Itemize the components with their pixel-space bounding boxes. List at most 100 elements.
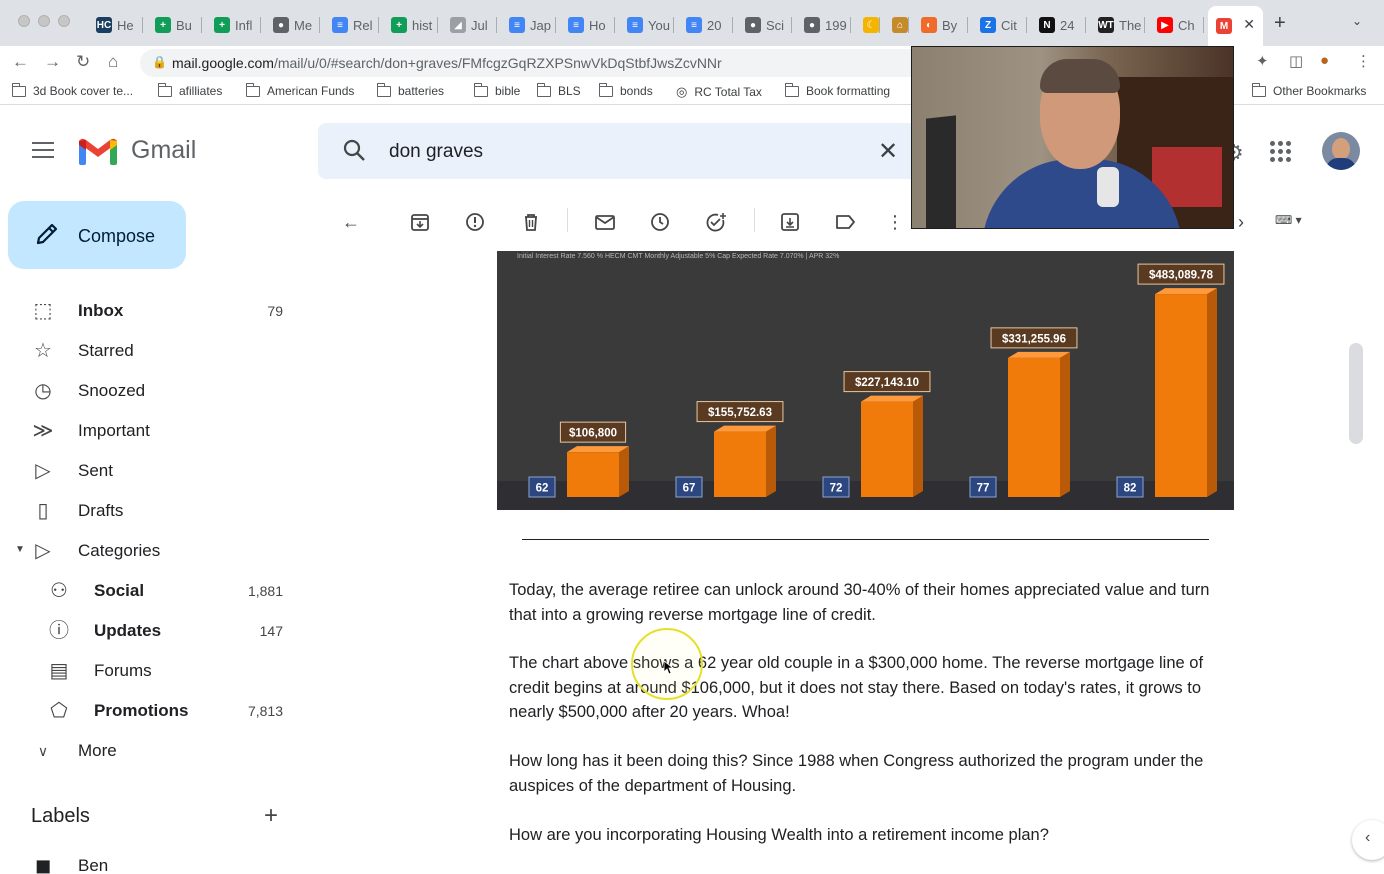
sidebar-icon[interactable]: ◫ bbox=[1289, 52, 1303, 70]
bookmark-item[interactable]: batteries bbox=[376, 82, 444, 98]
archive-icon[interactable] bbox=[409, 211, 431, 233]
category-label: 62 bbox=[536, 483, 549, 495]
browser-tab[interactable]: M ✕ bbox=[1208, 6, 1263, 46]
folder-icon bbox=[784, 82, 799, 97]
compose-button[interactable]: Compose bbox=[8, 201, 186, 269]
folder-icon bbox=[245, 82, 260, 97]
url-text[interactable]: mail.google.com/mail/u/0/#search/don+gra… bbox=[172, 55, 722, 71]
side-panel-toggle[interactable]: ‹ bbox=[1352, 820, 1384, 860]
tab-label: Sci bbox=[766, 17, 785, 33]
bookmark-item[interactable]: BLS bbox=[536, 82, 581, 98]
browser-tab[interactable]: ● 199 bbox=[796, 8, 851, 42]
browser-tab[interactable]: ⌂ bbox=[884, 8, 909, 42]
keyboard-icon[interactable]: ⌨ ▾ bbox=[1275, 213, 1302, 227]
bookmark-item[interactable]: Book formatting bbox=[784, 82, 890, 98]
browser-tab[interactable]: HC He bbox=[88, 8, 143, 42]
reverse-mortgage-chart: Initial Interest Rate 7.560 % HECM CMT M… bbox=[497, 251, 1234, 510]
browser-tab[interactable]: + Infl bbox=[206, 8, 261, 42]
sidebar-item-more[interactable]: ∨ More bbox=[0, 735, 300, 767]
profile-icon[interactable]: ● bbox=[1320, 52, 1329, 69]
mark-unread-icon[interactable] bbox=[594, 211, 616, 233]
category-item-forums[interactable]: ▤ Forums bbox=[0, 655, 300, 687]
gmail-wordmark[interactable]: Gmail bbox=[131, 136, 196, 165]
sidebar-item-starred[interactable]: ☆ Starred bbox=[0, 335, 300, 367]
forward-icon[interactable]: → bbox=[44, 52, 61, 72]
home-icon[interactable]: ⌂ bbox=[108, 52, 118, 72]
gmail-logo-icon[interactable] bbox=[78, 137, 118, 165]
category-label: Promotions bbox=[94, 701, 189, 720]
expand-arrow-icon[interactable]: ▼ bbox=[15, 544, 25, 555]
more-options-icon[interactable]: ⋮ bbox=[884, 211, 906, 233]
browser-tab[interactable]: ◢ Jul bbox=[442, 8, 497, 42]
label-icon: ◼ bbox=[34, 855, 52, 874]
clear-search-icon[interactable]: ✕ bbox=[878, 137, 898, 166]
people-icon: ⚇ bbox=[50, 580, 68, 602]
move-to-icon[interactable] bbox=[779, 211, 801, 233]
bar-side bbox=[619, 446, 629, 497]
bar-side bbox=[766, 425, 776, 497]
snooze-icon[interactable] bbox=[649, 211, 671, 233]
window-close-button[interactable] bbox=[18, 15, 30, 27]
window-minimize-button[interactable] bbox=[38, 15, 50, 27]
bookmark-item[interactable]: afilliates bbox=[157, 82, 222, 98]
category-label: 67 bbox=[683, 483, 696, 495]
add-label-icon[interactable]: + bbox=[264, 802, 278, 830]
bookmark-item[interactable]: American Funds bbox=[245, 82, 354, 98]
sidebar-item-sent[interactable]: ▷ Sent bbox=[0, 455, 300, 487]
bookmark-item[interactable]: 3d Book cover te... bbox=[11, 82, 133, 98]
compose-label: Compose bbox=[78, 226, 156, 246]
browser-menu-icon[interactable]: ⋮ bbox=[1356, 52, 1371, 70]
browser-tab[interactable]: + Bu bbox=[147, 8, 202, 42]
bookmark-item[interactable]: bible bbox=[473, 82, 520, 98]
browser-tab[interactable]: ● Me bbox=[265, 8, 320, 42]
browser-tab[interactable]: Z Cit bbox=[972, 8, 1027, 42]
browser-tab[interactable]: ≡ 20 bbox=[678, 8, 733, 42]
message-scrollbar[interactable] bbox=[1349, 343, 1363, 444]
browser-tab[interactable]: ≡ You bbox=[619, 8, 674, 42]
add-to-tasks-icon[interactable] bbox=[704, 211, 728, 233]
sidebar-item-label: Sent bbox=[78, 461, 113, 480]
category-item-social[interactable]: ⚇ Social 1,881 bbox=[0, 575, 300, 607]
browser-tab[interactable]: ≡ Ho bbox=[560, 8, 615, 42]
back-to-search-icon[interactable]: ← bbox=[340, 211, 362, 233]
back-icon[interactable]: ← bbox=[12, 52, 29, 72]
main-menu-icon[interactable] bbox=[32, 142, 54, 158]
sidebar-item-drafts[interactable]: ▯ Drafts bbox=[0, 495, 300, 527]
search-input[interactable]: don graves bbox=[389, 141, 483, 163]
other-bookmarks[interactable]: Other Bookmarks bbox=[1251, 82, 1366, 98]
close-tab-icon[interactable]: ✕ bbox=[1243, 16, 1255, 33]
bookmark-item[interactable]: ◎ RC Total Tax bbox=[676, 84, 762, 100]
important-icon: ≫ bbox=[32, 420, 54, 442]
browser-tab[interactable]: ▶ Ch bbox=[1149, 8, 1204, 42]
browser-tab[interactable]: N 24 bbox=[1031, 8, 1086, 42]
category-item-updates[interactable]: ⓘ Updates 147 bbox=[0, 615, 300, 647]
browser-tab[interactable]: ≡ Rel bbox=[324, 8, 379, 42]
new-tab-button[interactable]: + bbox=[1274, 12, 1286, 35]
category-item-promotions[interactable]: ⬠ Promotions 7,813 bbox=[0, 695, 300, 727]
sidebar-item-inbox[interactable]: ⬚ Inbox 79 bbox=[0, 295, 300, 327]
search-icon[interactable] bbox=[342, 138, 366, 162]
label-item-ben[interactable]: ◼ Ben bbox=[0, 850, 300, 874]
reload-icon[interactable]: ↻ bbox=[76, 52, 90, 72]
google-apps-icon[interactable] bbox=[1270, 141, 1292, 163]
report-spam-icon[interactable] bbox=[464, 211, 486, 233]
bookmark-item[interactable]: bonds bbox=[598, 82, 653, 98]
browser-tab[interactable]: + hist bbox=[383, 8, 438, 42]
sidebar-item-snoozed[interactable]: ◷ Snoozed bbox=[0, 375, 300, 407]
browser-tab[interactable]: ☾ bbox=[855, 8, 880, 42]
extensions-icon[interactable]: ✦ bbox=[1256, 52, 1269, 70]
category-label: 77 bbox=[977, 483, 990, 495]
sidebar-item-important[interactable]: ≫ Important bbox=[0, 415, 300, 447]
browser-tab[interactable]: WT The bbox=[1090, 8, 1145, 42]
account-avatar[interactable] bbox=[1322, 132, 1360, 170]
browser-tab[interactable]: ● Sci bbox=[737, 8, 792, 42]
browser-tab[interactable]: ≡ Jap bbox=[501, 8, 556, 42]
sidebar-item-categories[interactable]: ▼ ▷ Categories bbox=[0, 535, 300, 567]
lock-icon[interactable]: 🔒 bbox=[152, 55, 167, 69]
browser-tab[interactable]: ◐ By bbox=[913, 8, 968, 42]
labels-icon[interactable] bbox=[834, 211, 858, 233]
delete-icon[interactable] bbox=[520, 211, 542, 233]
window-zoom-button[interactable] bbox=[58, 15, 70, 27]
tab-search-icon[interactable]: ⌄ bbox=[1352, 14, 1362, 28]
bar-side bbox=[913, 395, 923, 497]
